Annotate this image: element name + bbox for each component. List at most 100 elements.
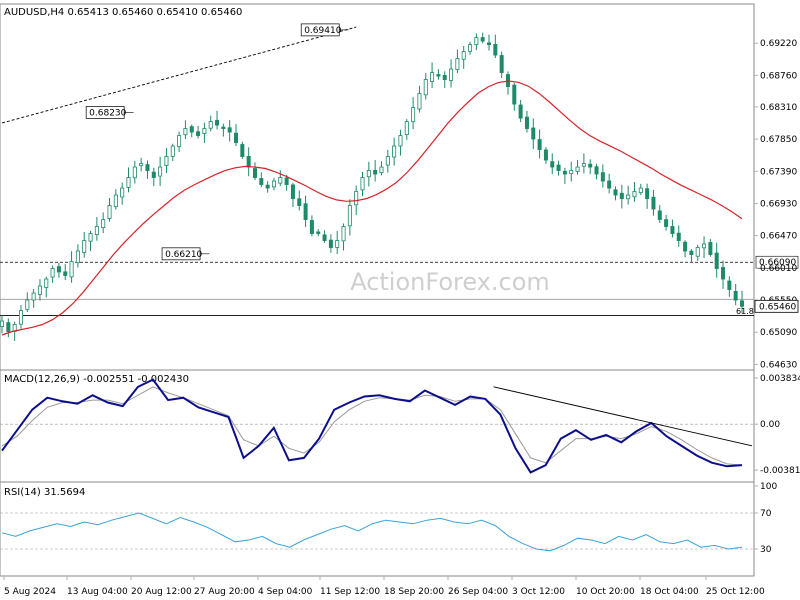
x-tick-label: 18 Oct 04:00: [640, 587, 699, 597]
price-candle-body: [702, 243, 707, 249]
price-candle-body: [411, 107, 416, 123]
rsi-tick-label: 30: [760, 545, 772, 555]
price-candle-body: [183, 128, 188, 136]
x-tick-label: 27 Aug 20:00: [194, 587, 255, 597]
price-candle-body: [670, 226, 675, 234]
price-candle-body: [63, 271, 68, 276]
current-price-label: 0.65460: [759, 302, 796, 312]
price-candle-body: [297, 198, 302, 206]
price-candle-body: [676, 232, 681, 241]
price-candle-body: [562, 170, 567, 175]
price-candle-body: [215, 119, 220, 126]
chart-root: AUDUSD,H4 0.65413 0.65460 0.65410 0.6546…: [0, 0, 800, 600]
price-candle-body: [234, 132, 239, 143]
price-candle-body: [537, 139, 542, 150]
price-candle-body: [373, 169, 378, 175]
x-tick-label: 11 Sep 12:00: [320, 587, 380, 597]
price-candle-body: [18, 310, 23, 325]
price-candle-body: [524, 116, 529, 129]
price-tick-label: 0.69220: [760, 39, 797, 49]
macd-chart-title: MACD(12,26,9) -0.002551 -0.002430: [4, 374, 189, 385]
price-candle-body: [569, 170, 574, 174]
price-candle-body: [37, 285, 42, 295]
price-candle-body: [550, 161, 555, 168]
annotation-label: 0.66210: [165, 250, 202, 260]
price-candle-body: [499, 55, 504, 73]
macd-tick-label: 0.00: [760, 420, 780, 430]
price-candle-body: [246, 156, 251, 168]
price-candle-body: [101, 219, 106, 229]
price-candle-body: [417, 93, 422, 110]
chart-background: [0, 0, 800, 600]
price-candle-body: [619, 192, 624, 199]
price-candle-body: [683, 241, 688, 252]
price-candle-body: [575, 166, 580, 172]
x-tick-label: 20 Aug 12:00: [131, 587, 192, 597]
price-candle-body: [196, 131, 201, 136]
price-candle-body: [632, 191, 637, 198]
price-candle-body: [645, 188, 650, 199]
price-tick-label: 0.68760: [760, 71, 797, 81]
price-candle-body: [6, 322, 11, 332]
price-candle-body: [31, 292, 36, 301]
price-candle-body: [594, 166, 599, 175]
price-candle-body: [556, 164, 561, 171]
annotation-label: 0.69410: [304, 26, 341, 36]
price-candle-body: [607, 180, 612, 189]
fib-label: 61.8: [736, 307, 754, 316]
price-candle-body: [170, 145, 175, 157]
price-candle-body: [303, 203, 308, 220]
x-tick-label: 13 Aug 04:00: [67, 587, 128, 597]
price-candle-body: [113, 194, 118, 208]
price-candle-body: [714, 252, 719, 269]
price-candle-body: [151, 171, 156, 178]
price-candle-body: [240, 144, 245, 157]
rsi-chart-title: RSI(14) 31.5694: [4, 487, 85, 498]
price-candle-body: [436, 74, 441, 77]
price-candle-body: [50, 268, 55, 278]
price-candle-body: [290, 184, 295, 199]
price-candle-body: [284, 177, 289, 185]
price-candle-body: [379, 166, 384, 174]
rsi-tick-label: 70: [760, 509, 772, 519]
price-candle-body: [423, 79, 428, 96]
price-candle-body: [518, 104, 523, 119]
x-tick-label: 18 Sep 20:00: [384, 587, 444, 597]
price-candle-body: [600, 172, 605, 182]
price-candle-body: [278, 177, 283, 184]
price-tick-label: 0.67390: [760, 167, 797, 177]
price-candle-body: [543, 149, 548, 161]
price-candle-body: [341, 226, 346, 242]
price-candle-body: [626, 194, 631, 200]
price-candle-body: [259, 178, 264, 185]
price-candle-body: [265, 184, 270, 189]
x-tick-label: 4 Sep 04:00: [258, 587, 313, 597]
price-candle-body: [221, 126, 226, 129]
price-candle-body: [733, 290, 738, 301]
macd-tick-label: 0.003834: [760, 374, 800, 384]
price-tick-label: 0.66930: [760, 199, 797, 209]
price-candle-body: [69, 261, 74, 278]
macd-tick-label: -0.003811: [760, 466, 800, 476]
price-candle-body: [727, 280, 732, 290]
price-candle-body: [252, 168, 257, 178]
price-candle-body: [227, 127, 232, 133]
price-candle-body: [126, 177, 131, 188]
price-tick-label: 0.68310: [760, 103, 797, 113]
price-candle-body: [132, 166, 137, 179]
x-tick-label: 3 Oct 12:00: [512, 587, 565, 597]
price-candle-body: [468, 44, 473, 52]
price-tick-label: 0.67850: [760, 135, 797, 145]
price-candle-body: [271, 180, 276, 188]
price-tick-label: 0.66010: [760, 264, 797, 274]
price-candle-body: [145, 164, 150, 171]
price-candle-body: [139, 163, 144, 167]
x-tick-label: 25 Oct 12:00: [706, 587, 765, 597]
price-candle-body: [461, 51, 466, 60]
price-candle-body: [638, 187, 643, 194]
price-candle-body: [588, 163, 593, 168]
price-candle-body: [581, 163, 586, 167]
price-candle-body: [664, 219, 669, 227]
price-candle-body: [177, 135, 182, 148]
x-tick-label: 10 Oct 20:00: [576, 587, 635, 597]
